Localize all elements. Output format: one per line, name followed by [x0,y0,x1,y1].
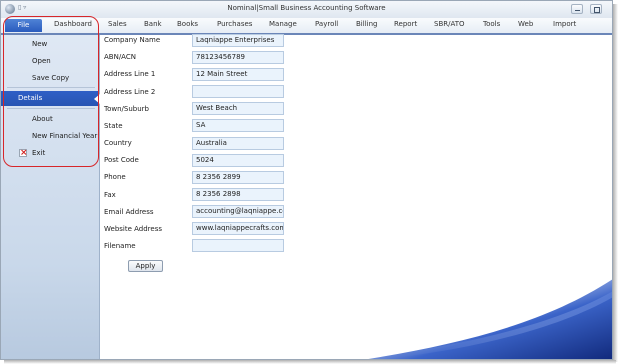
application-window: ▯ ▿ Nominal|Small Business Accounting So… [0,0,613,360]
window-shadow [4,360,616,364]
window-shadow [613,4,618,362]
decorative-swoosh [368,279,612,359]
